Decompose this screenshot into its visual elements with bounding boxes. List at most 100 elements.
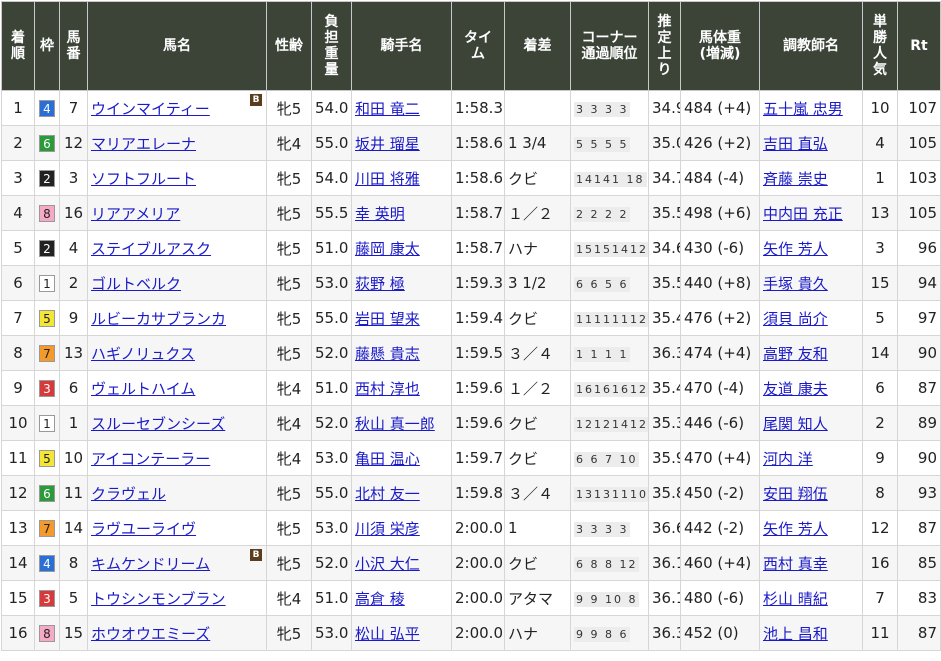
- horse-name-link[interactable]: ステイブルアスク: [91, 240, 211, 258]
- trainer-name-link[interactable]: 斉藤 崇史: [763, 170, 828, 188]
- horse-name-link[interactable]: ルビーカサブランカ: [91, 310, 226, 328]
- jockey-name-link[interactable]: 川田 将雅: [355, 170, 420, 188]
- body-weight-cell: 484 (+4): [680, 90, 760, 126]
- jockey-name-link[interactable]: 西村 淳也: [355, 380, 420, 398]
- margin-cell: 1: [504, 510, 571, 546]
- waku-badge-cell: 8: [34, 195, 60, 231]
- body-weight-cell: 442 (-2): [680, 510, 760, 546]
- carried-weight-cell: 52.0: [311, 335, 352, 371]
- corner-positions: 16161612: [574, 382, 648, 397]
- jockey-name-link[interactable]: 藤懸 貴志: [355, 345, 420, 363]
- horse-name-link[interactable]: ハギノリュクス: [91, 345, 195, 363]
- jockey-name-link[interactable]: 秋山 真一郎: [355, 415, 435, 433]
- body-weight-cell: 460 (+4): [680, 545, 760, 581]
- col-last3f[interactable]: 推定上り: [648, 1, 681, 91]
- jockey-name-link[interactable]: 藤岡 康太: [355, 240, 420, 258]
- col-margin[interactable]: 着差: [504, 1, 571, 91]
- rating-cell: 90: [897, 335, 941, 371]
- jockey-name-link[interactable]: 和田 竜二: [355, 100, 420, 118]
- horse-name-cell: アイコンテーラー: [87, 440, 267, 476]
- horse-name-link[interactable]: ホウオウエミーズ: [91, 625, 210, 643]
- trainer-name-link[interactable]: 安田 翔伍: [763, 485, 828, 503]
- trainer-name-link[interactable]: 五十嵐 忠男: [763, 100, 843, 118]
- horse-number-cell: 15: [59, 615, 88, 651]
- jockey-name-cell: 荻野 極: [351, 265, 452, 301]
- trainer-name-link[interactable]: 手塚 貴久: [763, 275, 828, 293]
- trainer-name-link[interactable]: 中内田 充正: [763, 205, 843, 223]
- col-umaban[interactable]: 馬番: [59, 1, 88, 91]
- trainer-name-cell: 手塚 貴久: [759, 265, 863, 301]
- trainer-name-link[interactable]: 杉山 晴紀: [763, 590, 828, 608]
- col-body-weight[interactable]: 馬体重 (増減): [680, 1, 760, 91]
- trainer-name-link[interactable]: 尾関 知人: [763, 415, 828, 433]
- waku-badge-cell: 3: [34, 370, 60, 406]
- col-time[interactable]: タイム: [451, 1, 505, 91]
- horse-name-link[interactable]: キムケンドリーム: [91, 555, 210, 573]
- horse-name-link[interactable]: ウインマイティー: [91, 100, 210, 118]
- col-waku[interactable]: 枠: [34, 1, 60, 91]
- waku-badge: 1: [39, 415, 55, 432]
- col-horse[interactable]: 馬名: [87, 1, 267, 91]
- horse-name-link[interactable]: ヴェルトハイム: [91, 380, 195, 398]
- popularity-cell: 11: [862, 615, 898, 651]
- trainer-name-link[interactable]: 矢作 芳人: [763, 240, 828, 258]
- horse-name-link[interactable]: トウシンモンブラン: [91, 590, 226, 608]
- finish-position-cell: 12: [1, 475, 35, 511]
- waku-badge: 7: [39, 520, 55, 537]
- corner-positions: 6 6 5 6: [574, 277, 631, 292]
- table-row: 4816リアアメリア 牝555.5幸 英明 1:58.7１／２2 2 2 2 35.5…: [1, 195, 941, 231]
- jockey-name-link[interactable]: 荻野 極: [355, 275, 405, 293]
- popularity-cell: 9: [862, 440, 898, 476]
- race-time-cell: 2:00.0: [451, 510, 505, 546]
- trainer-name-link[interactable]: 西村 真幸: [763, 555, 828, 573]
- waku-badge: 8: [39, 625, 55, 642]
- finish-position-cell: 1: [1, 90, 35, 126]
- finish-position-cell: 15: [1, 580, 35, 616]
- jockey-name-cell: 北村 友一: [351, 475, 452, 511]
- race-time-cell: 2:00.0: [451, 615, 505, 651]
- col-weight[interactable]: 負担重量: [311, 1, 352, 91]
- horse-name-link[interactable]: リアアメリア: [91, 205, 180, 223]
- horse-name-link[interactable]: アイコンテーラー: [91, 450, 210, 468]
- finish-position-cell: 5: [1, 230, 35, 266]
- col-popularity[interactable]: 単勝人気: [862, 1, 898, 91]
- jockey-name-link[interactable]: 岩田 望来: [355, 310, 420, 328]
- trainer-name-link[interactable]: 池上 昌和: [763, 625, 828, 643]
- trainer-name-link[interactable]: 矢作 芳人: [763, 520, 828, 538]
- jockey-name-link[interactable]: 北村 友一: [355, 485, 420, 503]
- trainer-name-link[interactable]: 河内 洋: [763, 450, 813, 468]
- col-sexage[interactable]: 性齢: [266, 1, 312, 91]
- corner-positions: 6 6 7 10: [574, 452, 640, 467]
- trainer-name-link[interactable]: 友道 康夫: [763, 380, 828, 398]
- jockey-name-link[interactable]: 松山 弘平: [355, 625, 420, 643]
- col-trainer[interactable]: 調教師名: [759, 1, 863, 91]
- jockey-name-link[interactable]: 幸 英明: [355, 205, 405, 223]
- carried-weight-cell: 55.0: [311, 300, 352, 336]
- horse-name-link[interactable]: ラヴユーライヴ: [91, 520, 196, 538]
- jockey-name-link[interactable]: 高倉 稜: [355, 590, 405, 608]
- jockey-name-link[interactable]: 川須 栄彦: [355, 520, 420, 538]
- sex-age-cell: 牝5: [266, 230, 312, 266]
- horse-name-link[interactable]: マリアエレーナ: [91, 135, 196, 153]
- col-jockey[interactable]: 騎手名: [351, 1, 452, 91]
- race-results-table: 着順 枠 馬番 馬名 性齢 負担重量 騎手名 タイム 着差 コーナー 通過順位 推…: [1, 1, 941, 651]
- trainer-name-link[interactable]: 須貝 尚介: [763, 310, 828, 328]
- margin-cell: １／２: [504, 195, 571, 231]
- trainer-name-link[interactable]: 吉田 直弘: [763, 135, 828, 153]
- horse-name-link[interactable]: クラヴェル: [91, 485, 166, 503]
- col-finish[interactable]: 着順: [1, 1, 35, 91]
- table-row: 14 4 8 キムケンドリーム B 牝5 52.0 小沢 大仁 2:00.0 クビ 6 8 8 12…: [1, 545, 941, 581]
- jockey-name-link[interactable]: 亀田 温心: [355, 450, 420, 468]
- horse-name-link[interactable]: スルーセブンシーズ: [91, 415, 225, 433]
- race-time-cell: 1:59.3: [451, 265, 505, 301]
- last-3f-cell: 34.9: [648, 90, 681, 126]
- jockey-name-link[interactable]: 坂井 瑠星: [355, 135, 420, 153]
- jockey-name-link[interactable]: 小沢 大仁: [355, 555, 420, 573]
- trainer-name-link[interactable]: 高野 友和: [763, 345, 828, 363]
- horse-name-link[interactable]: ゴルトベルク: [91, 275, 181, 293]
- horse-name-link[interactable]: ソフトフルート: [91, 170, 196, 188]
- col-rating[interactable]: Rt: [897, 1, 941, 91]
- carried-weight-cell: 54.0: [311, 90, 352, 126]
- col-corner[interactable]: コーナー 通過順位: [570, 1, 649, 91]
- jockey-name-cell: 川田 将雅: [351, 160, 452, 196]
